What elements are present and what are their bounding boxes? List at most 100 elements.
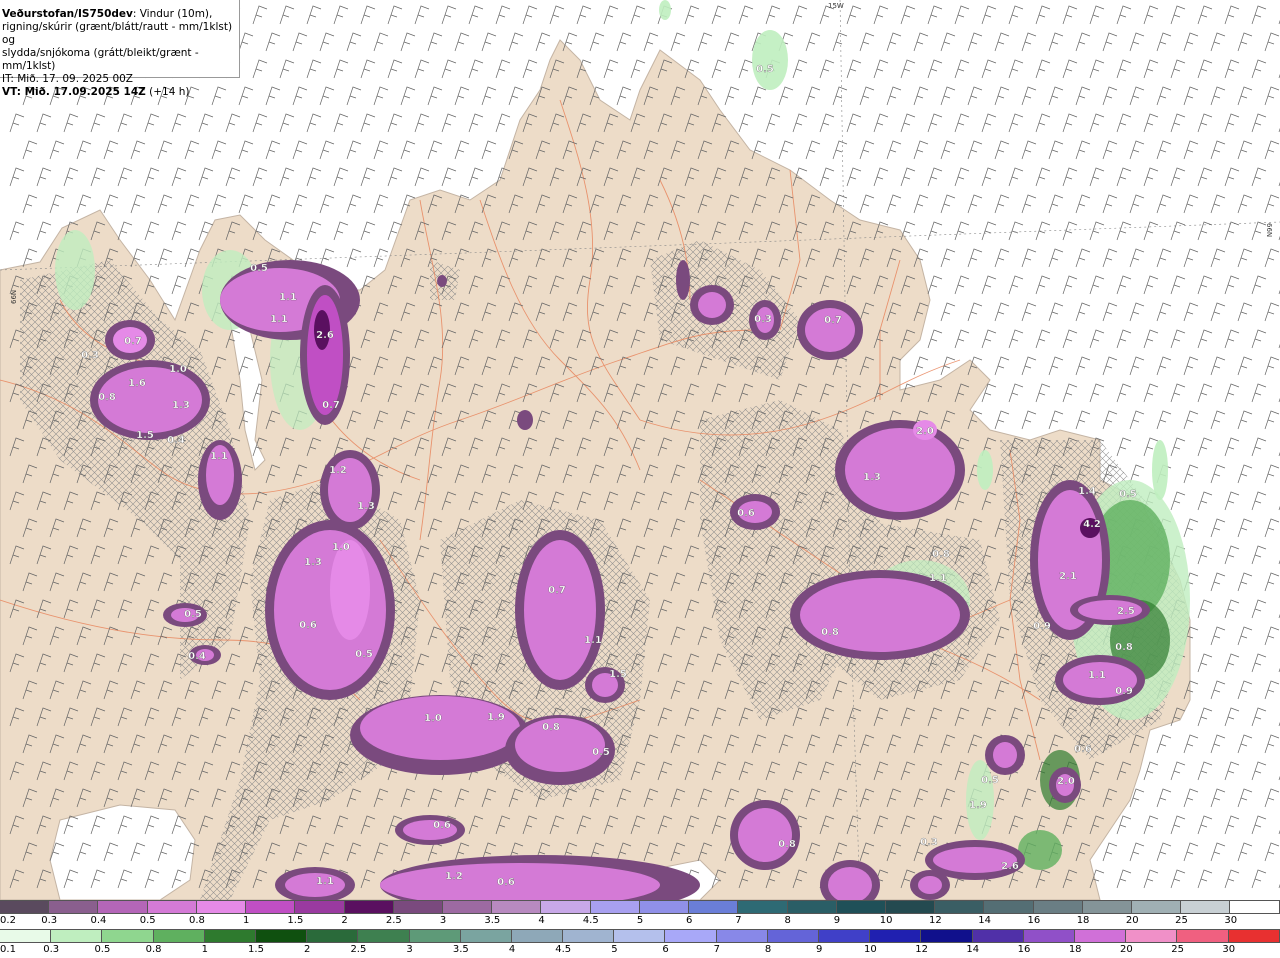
legend-label: 4 [508,944,516,955]
precip-value: 0.8 [932,549,950,560]
desc-line-1: : Vindur (10m), [132,8,213,20]
legend-swatch [767,930,819,942]
legend-swatch [836,901,886,913]
precip-value: 1.1 [279,292,297,303]
legend-swatch [738,901,788,913]
legend-label: 0.1 [0,944,16,955]
precip-value: 0.8 [778,839,796,850]
legend-swatch [935,901,985,913]
precip-value: 1.3 [863,472,881,483]
legend-label: 16 [1017,944,1031,955]
precip-value: 0.5 [355,649,373,660]
legend-swatch [984,901,1034,913]
precip-value: 4.2 [1083,519,1101,530]
model-name: Veðurstofan/IS750dev [2,8,133,20]
rain-legend-bar [0,929,1280,943]
precip-value: 0.3 [81,350,99,361]
legend-label: 4.5 [582,915,599,926]
precip-value: 0.6 [497,877,515,888]
precip-value: 2.5 [1117,606,1135,617]
legend-label: 18 [1068,944,1082,955]
precip-value: 0.6 [433,820,451,831]
legend-label: 0.3 [41,915,58,926]
precip-value: 0.6 [737,508,755,519]
legend-label: 16 [1027,915,1041,926]
legend-label: 0.5 [139,915,156,926]
legend-swatch [344,901,394,913]
legend-label: 2 [304,944,311,955]
precip-value: 0.3 [754,314,772,325]
weather-map[interactable]: 15W 66N 66N 0.50.70.31.61.00.81.31.5 0.4… [0,0,1280,900]
precip-value: 0.5 [184,609,202,620]
lat-label-right: 66N [1265,223,1273,237]
legend-swatch [541,901,591,913]
legend-label: 3 [406,944,413,955]
legend-swatch [870,930,922,942]
legend-label: 9 [833,915,841,926]
legend-label: 3 [439,915,447,926]
legend-swatch [787,901,837,913]
precip-value: 0.3 [920,837,938,848]
valid-time: VT: Mið. 17.09.2025 14Z [2,86,146,98]
precip-value: 1.1 [270,314,288,325]
initial-time: IT: Mið. 17. 09. 2025 00Z [2,73,133,85]
legend-label: 7 [735,915,742,926]
legend-swatch [511,930,564,942]
precip-value: 1.3 [304,557,322,568]
precip-value: 1.1 [584,635,602,646]
precip-value: 0.5 [1119,489,1137,500]
legend-label: 1 [201,944,208,955]
legend-swatch [358,930,410,942]
precip-value: 0.5 [592,747,610,758]
legend-label: 4 [538,915,545,926]
precip-value: 1.1 [210,451,228,462]
legend-label: 14 [966,944,980,955]
legend-swatch [393,901,443,913]
legend-swatch [1074,930,1127,942]
legend-label: 0.4 [90,915,107,926]
legend-swatch [614,930,666,942]
legend-swatch [639,901,690,913]
precip-value: 0.4 [167,435,185,446]
precip-value: 0.9 [1115,686,1133,697]
legend-swatch [0,901,50,913]
legend-swatch [689,901,739,913]
precip-value: 1.2 [445,871,463,882]
legend-swatch [665,930,717,942]
legend-swatch [1177,930,1229,942]
legend-label: 14 [978,915,991,926]
legend-label: 9 [816,944,823,955]
legend-swatch [102,930,154,942]
precip-value: 1.0 [424,713,442,724]
legend-label: 10 [864,944,877,955]
legend-swatch [147,901,197,913]
legend-label: 6 [686,915,693,926]
legend-swatch [885,901,936,913]
legend-swatch [1181,901,1231,913]
valid-time-offset: (+14 h) [145,86,190,98]
precip-value: 0.5 [981,775,999,786]
precip-value: 0.8 [542,722,560,733]
precip-value: 1.0 [169,364,187,375]
precip-value: 0.7 [548,585,566,596]
precip-value: 2.1 [1059,571,1077,582]
legend-label: 30 [1224,915,1238,926]
legend-label: 25 [1171,944,1184,955]
precip-value: 0.5 [250,263,268,274]
precip-value: 0.8 [821,627,839,638]
legend-swatch [1082,901,1133,913]
legend-swatch [409,930,461,942]
fjord [49,804,196,900]
legend-label: 2.5 [350,944,367,955]
precip-value: 0.8 [98,392,116,403]
precip-value: 2.6 [316,330,334,341]
legend-label: 5 [611,944,618,955]
legend-label: 20 [1120,944,1133,955]
legend-label: 7 [713,944,720,955]
rain-color-legend: 0.1 0.3 0.5 0.8 1 1.5 2 2.5 3 3.5 4 4.5 5 6 7 8 9 10 12 14 1… [0,929,1280,958]
legend-swatch [295,901,345,913]
precip-value: 0.9 [1033,621,1051,632]
precip-value: 0.8 [1115,642,1133,653]
precip-value: 0.7 [322,400,340,411]
precip-value: 1.2 [329,465,347,476]
